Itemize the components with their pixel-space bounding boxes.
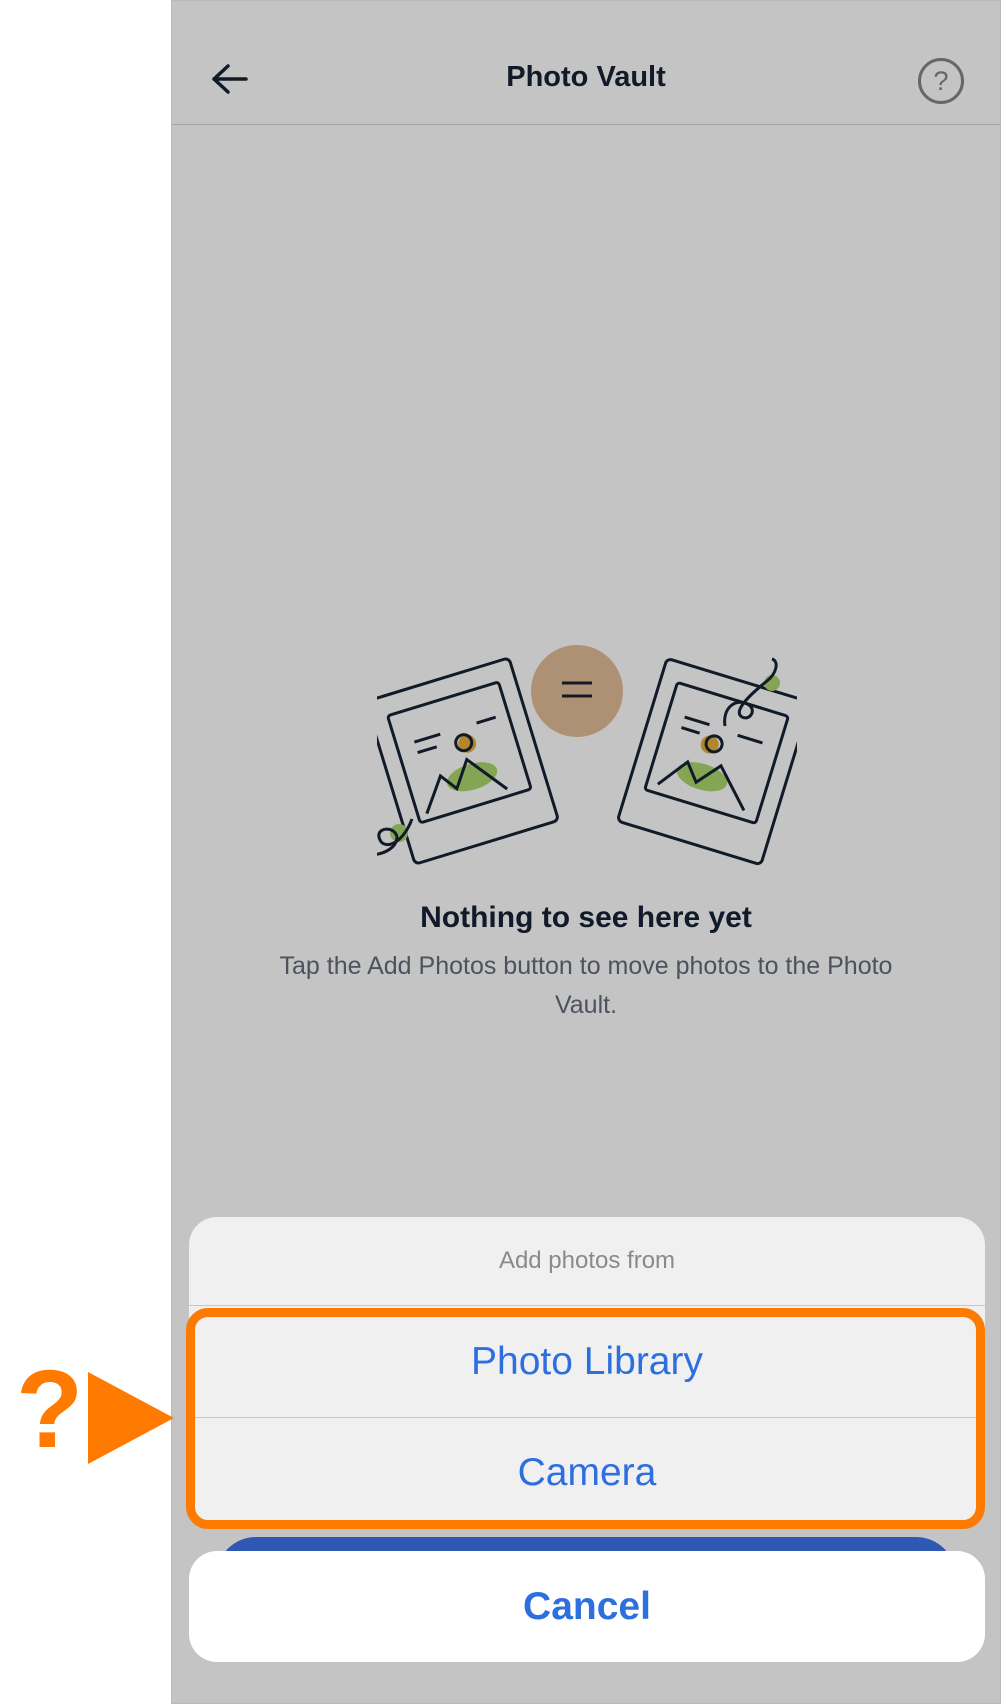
cancel-button[interactable]: Cancel — [189, 1551, 985, 1662]
tutorial-canvas: Photo Vault ? Nothing to see here yet Ta… — [0, 0, 1003, 1704]
highlight-box — [186, 1308, 985, 1529]
action-sheet-header: Add photos from — [189, 1217, 985, 1306]
pointer-arrow-icon — [88, 1372, 174, 1464]
question-mark-annotation: ? — [16, 1348, 84, 1471]
